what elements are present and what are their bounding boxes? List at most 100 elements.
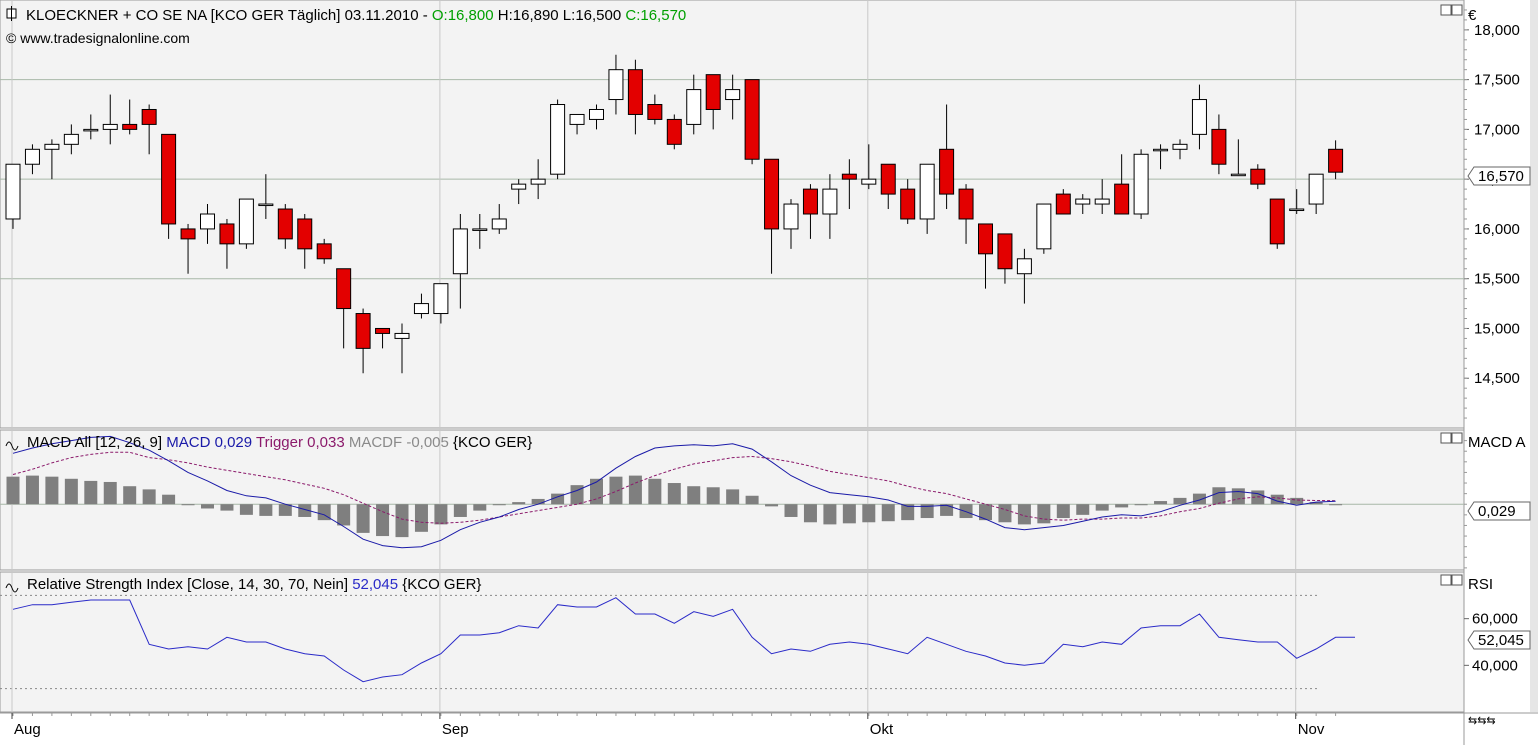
candle-down <box>1269 198 1285 245</box>
high-value: H:16,890 <box>494 7 559 24</box>
candle-up <box>5 163 21 220</box>
close-icon[interactable] <box>1451 574 1463 586</box>
candle-up <box>511 183 527 190</box>
candle-down <box>627 69 643 115</box>
currency-label: € <box>1468 7 1477 24</box>
time-scale-arrows-icon[interactable]: ⇆⇆⇆ <box>1468 715 1496 727</box>
macdf-bar <box>726 489 740 505</box>
candle-up <box>394 332 410 339</box>
macdf-bar <box>745 495 759 505</box>
candle-up <box>452 228 468 275</box>
macdf-bar <box>687 486 701 505</box>
macdf-bar <box>1037 504 1051 524</box>
price-tick-label: 16,000 <box>1474 221 1520 238</box>
macd-last-value: 0,029 <box>1478 503 1516 520</box>
candle-up <box>608 69 624 101</box>
price-tick-label: 18,000 <box>1474 22 1520 39</box>
rsi-tick-label: 40,000 <box>1472 657 1518 674</box>
macdf-bar <box>1017 504 1031 525</box>
price-tick-label: 17,500 <box>1474 72 1520 89</box>
macd-name: MACD All [12, 26, 9] <box>27 434 162 451</box>
candle-up <box>413 303 429 315</box>
macdf-bar <box>45 476 59 505</box>
source-text: © www.tradesignalonline.com <box>6 30 190 46</box>
macdf-bar <box>84 480 98 505</box>
macdf-bar <box>1056 504 1070 519</box>
candle-up <box>686 89 702 125</box>
candle-up <box>238 198 254 245</box>
last-price-value: 16,570 <box>1478 168 1524 185</box>
vertical-scrollbar[interactable] <box>1530 0 1538 712</box>
macdf-bar <box>162 494 176 505</box>
time-tick-label: Okt <box>870 721 894 738</box>
candle-down <box>375 327 391 334</box>
candle-down <box>841 173 857 180</box>
symbol-text: KLOECKNER + CO SE NA [KCO GER Täglich] 0… <box>26 7 432 24</box>
macdf-bar <box>239 504 253 515</box>
close-icon[interactable] <box>1451 432 1463 444</box>
candle-up <box>1133 153 1149 215</box>
macdf-bar <box>628 475 642 505</box>
macdf-bar <box>648 478 662 505</box>
rsi-tick-label: 60,000 <box>1472 611 1518 628</box>
close-icon[interactable] <box>1451 4 1463 16</box>
macdf-bar <box>453 504 467 517</box>
candle-down <box>802 188 818 215</box>
candle-down <box>122 123 138 130</box>
macdf-bar <box>356 504 370 533</box>
candle-up <box>1016 258 1032 275</box>
last-price-marker: 16,570 <box>1467 166 1531 186</box>
macdf-bar <box>337 504 351 526</box>
macdf-bar <box>473 504 487 511</box>
price-pane[interactable] <box>0 0 1465 429</box>
candle-down <box>1055 193 1071 215</box>
candle-up <box>1230 173 1246 177</box>
candle-up <box>530 178 546 185</box>
maximize-icon[interactable] <box>1440 4 1452 16</box>
macdf-bar <box>1134 504 1148 506</box>
maximize-icon[interactable] <box>1440 574 1452 586</box>
candle-up <box>258 203 274 207</box>
rsi-last-value: 52,045 <box>1478 632 1524 649</box>
candle-up <box>861 178 877 185</box>
candle-down <box>180 228 196 240</box>
macdf-bar <box>1076 504 1090 515</box>
candle-up <box>1191 99 1207 135</box>
candle-up <box>102 123 118 130</box>
candle-up <box>1289 208 1305 212</box>
macdf-bar <box>1115 504 1129 508</box>
candle-up <box>24 148 40 165</box>
candle-down <box>900 188 916 220</box>
candle-up <box>822 188 838 215</box>
candle-down <box>336 268 352 310</box>
rsi-header: Relative Strength Index [Close, 14, 30, … <box>27 576 481 593</box>
macdf-bar <box>201 504 214 509</box>
candle-up <box>44 143 60 150</box>
candle-down <box>978 223 993 255</box>
price-header: KLOECKNER + CO SE NA [KCO GER Täglich] 0… <box>26 7 686 24</box>
macdf-bar <box>823 504 837 525</box>
price-tick-label: 15,500 <box>1474 271 1520 288</box>
macdf-bar <box>123 486 137 505</box>
macdf-bar <box>414 504 428 532</box>
macdf-bar <box>1329 504 1343 506</box>
candle-down <box>997 233 1013 270</box>
candle-up <box>589 108 604 120</box>
chart-canvas: 18,00017,50017,00016,50016,00015,50015,0… <box>0 0 1538 745</box>
macdf-bar <box>842 504 856 524</box>
macdf-bar <box>181 504 195 506</box>
macdf-bar <box>531 498 545 505</box>
candle-down <box>744 79 760 160</box>
candle-down <box>161 133 177 225</box>
close-value: C:16,570 <box>621 7 686 24</box>
macd-axis-label: MACD A <box>1468 434 1526 451</box>
candle-down <box>355 313 371 349</box>
macdf-bar <box>492 504 506 506</box>
candle-down <box>277 208 293 240</box>
macdf-bar <box>959 504 973 519</box>
time-tick-label: Nov <box>1298 721 1325 738</box>
maximize-icon[interactable] <box>1440 432 1452 444</box>
macdf-bar <box>512 502 526 505</box>
price-tick-label: 15,000 <box>1474 320 1520 337</box>
macdf-bar <box>862 504 876 523</box>
